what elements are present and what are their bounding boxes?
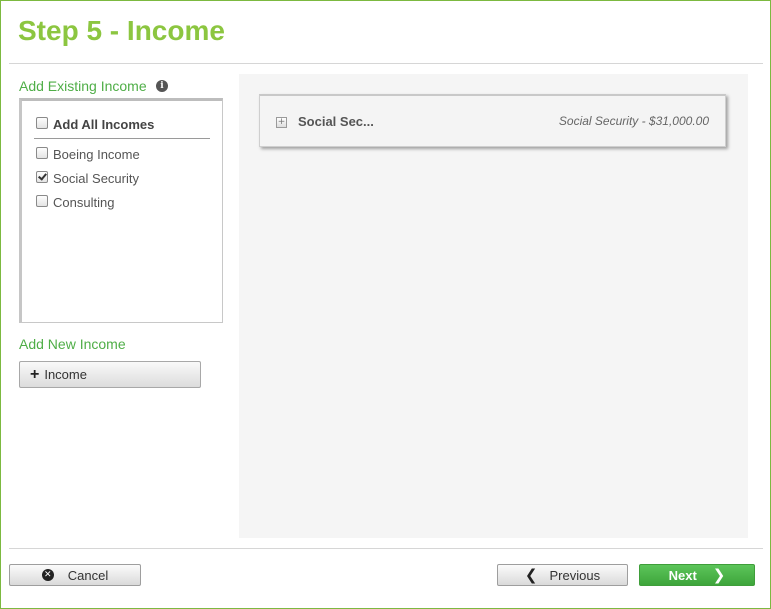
previous-button[interactable]: ❮ Previous bbox=[497, 564, 628, 586]
next-button-label: Next bbox=[668, 567, 697, 583]
next-button[interactable]: Next ❯ bbox=[639, 564, 755, 586]
footer-divider bbox=[9, 548, 763, 549]
list-divider bbox=[34, 138, 210, 139]
income-checkbox-label: Boeing Income bbox=[53, 147, 140, 162]
income-card-summary: Social Security - $31,000.00 bbox=[558, 114, 709, 128]
cancel-button-label: Cancel bbox=[67, 567, 109, 583]
checkbox-box[interactable] bbox=[36, 170, 48, 183]
income-checkbox-social-security[interactable]: Social Security bbox=[36, 170, 139, 186]
add-income-button[interactable]: + Income bbox=[19, 361, 201, 388]
add-income-button-label: Income bbox=[44, 367, 87, 382]
checkbox-box[interactable] bbox=[36, 116, 48, 129]
income-card-name: Social Sec... bbox=[298, 114, 374, 129]
expand-icon[interactable]: + bbox=[276, 117, 287, 128]
wizard-frame: Step 5 - Income Add Existing Income i Ad… bbox=[0, 0, 771, 609]
info-icon[interactable]: i bbox=[156, 80, 168, 92]
add-new-income-label: Add New Income bbox=[19, 336, 126, 352]
checkbox-box[interactable] bbox=[36, 146, 48, 159]
checkbox-box[interactable] bbox=[36, 194, 48, 207]
close-icon: ✕ bbox=[41, 569, 54, 581]
header-divider bbox=[9, 63, 763, 64]
add-all-incomes-label: Add All Incomes bbox=[53, 117, 155, 132]
previous-button-label: Previous bbox=[549, 567, 601, 583]
income-checkbox-label: Consulting bbox=[53, 195, 115, 210]
income-checkbox-consulting[interactable]: Consulting bbox=[36, 194, 115, 210]
add-existing-income-label: Add Existing Income bbox=[19, 78, 147, 94]
add-all-incomes-checkbox[interactable]: Add All Incomes bbox=[36, 116, 155, 132]
page-title: Step 5 - Income bbox=[18, 15, 225, 46]
income-checkbox-boeing[interactable]: Boeing Income bbox=[36, 146, 140, 162]
chevron-left-icon: ❮ bbox=[524, 565, 538, 584]
plus-icon: + bbox=[30, 365, 40, 383]
existing-income-list: Add All Incomes Boeing Income Social Sec… bbox=[19, 98, 223, 323]
chevron-right-icon: ❯ bbox=[712, 565, 726, 584]
income-checkbox-label: Social Security bbox=[53, 171, 139, 186]
income-panel: + Social Sec... Social Security - $31,00… bbox=[239, 74, 748, 538]
cancel-button[interactable]: ✕ Cancel bbox=[9, 564, 141, 586]
income-card[interactable]: + Social Sec... Social Security - $31,00… bbox=[259, 94, 726, 147]
